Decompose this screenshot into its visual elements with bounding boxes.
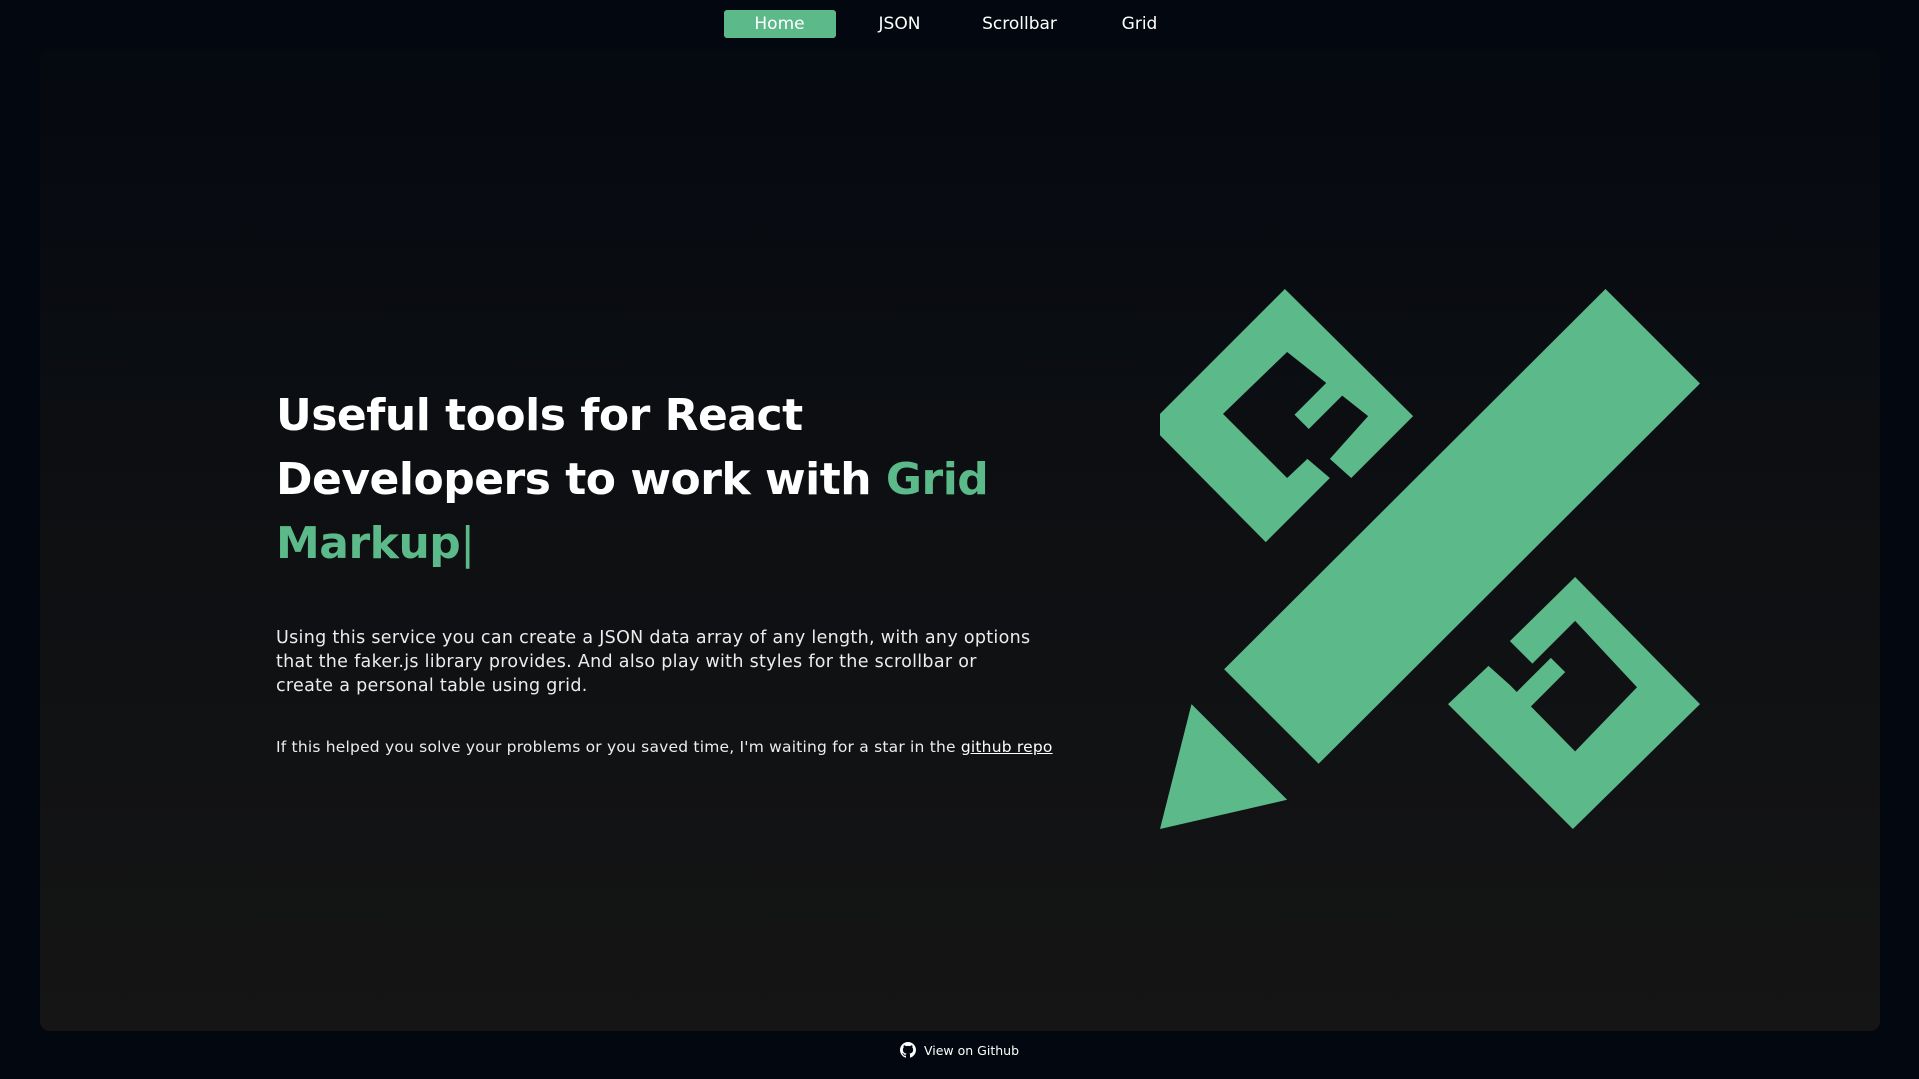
nav-home[interactable]: Home bbox=[723, 10, 836, 38]
top-nav: Home JSON Scrollbar Grid bbox=[0, 10, 1919, 38]
star-note: If this helped you solve your problems o… bbox=[276, 736, 1066, 758]
headline-prefix: Useful tools for React Developers to wor… bbox=[276, 390, 886, 505]
github-repo-link[interactable]: github repo bbox=[961, 738, 1053, 756]
hero-description: Using this service you can create a JSON… bbox=[276, 628, 1031, 696]
star-note-text: If this helped you solve your problems o… bbox=[276, 738, 961, 756]
pencil-ruler-logo-icon bbox=[1160, 289, 1700, 829]
nav-json[interactable]: JSON bbox=[844, 10, 956, 38]
nav-scrollbar[interactable]: Scrollbar bbox=[964, 10, 1076, 38]
github-icon bbox=[899, 1042, 916, 1058]
hero-section: Useful tools for React Developers to wor… bbox=[276, 384, 1066, 758]
typing-cursor: | bbox=[460, 518, 475, 569]
nav-grid[interactable]: Grid bbox=[1084, 10, 1196, 38]
page-title: Useful tools for React Developers to wor… bbox=[276, 384, 1066, 576]
github-link-label: View on Github bbox=[923, 1042, 1020, 1058]
view-on-github-link[interactable]: View on Github bbox=[899, 1042, 1020, 1058]
footer: View on Github bbox=[0, 1040, 1919, 1060]
main-panel: Useful tools for React Developers to wor… bbox=[40, 49, 1880, 1031]
